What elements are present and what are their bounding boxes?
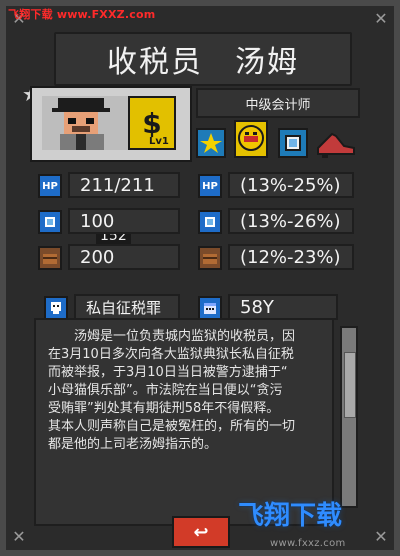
watermark-url: www.fxxz.com: [270, 538, 346, 549]
corner-bl-icon: ✕: [12, 527, 26, 546]
corner-tr-icon: ✕: [374, 9, 388, 28]
stat-range-2: (13%-26%): [228, 208, 354, 234]
watermark-brand: 飞翔下载: [237, 500, 342, 531]
scrollbar-thumb[interactable]: [344, 352, 356, 418]
stat-value-2: 100: [68, 208, 180, 234]
stat-value-3: 200: [68, 244, 180, 270]
calendar-icon: [198, 296, 222, 320]
watermark-top: 飞翔下载 www.FXXZ.com: [8, 8, 156, 21]
hp-icon: HP: [38, 174, 62, 198]
character-name: 收税员 汤姆: [54, 32, 352, 86]
character-sprite: [42, 96, 128, 150]
hp-value: 211/211: [68, 172, 180, 198]
description-scrollbar[interactable]: [340, 326, 358, 508]
mug-stat-icon: [38, 210, 62, 234]
trait-star-icon[interactable]: [196, 128, 226, 158]
mug-range-icon: [198, 210, 222, 234]
chest-range-icon: [198, 246, 222, 270]
sentence-years: 58Y: [228, 294, 338, 320]
trait-face-icon[interactable]: [234, 120, 268, 158]
skull-icon: [44, 296, 68, 320]
stat-range-3: (12%-23%): [228, 244, 354, 270]
hp-range: (13%-25%): [228, 172, 354, 198]
trait-shoe-icon[interactable]: [314, 124, 358, 160]
character-sprite-icon: [52, 98, 110, 150]
trait-mug-icon[interactable]: [278, 128, 308, 158]
dollar-icon: $: [142, 106, 162, 140]
crime-label: 私自征税罪: [74, 294, 180, 320]
watermark-logo: 飞翔下载: [206, 486, 374, 540]
trait-row: [196, 120, 360, 160]
hp-range-icon: HP: [198, 174, 222, 198]
level-label: Lv1: [149, 136, 169, 147]
rank-title: 中级会计师: [196, 88, 360, 118]
chest-stat-icon: [38, 246, 62, 270]
